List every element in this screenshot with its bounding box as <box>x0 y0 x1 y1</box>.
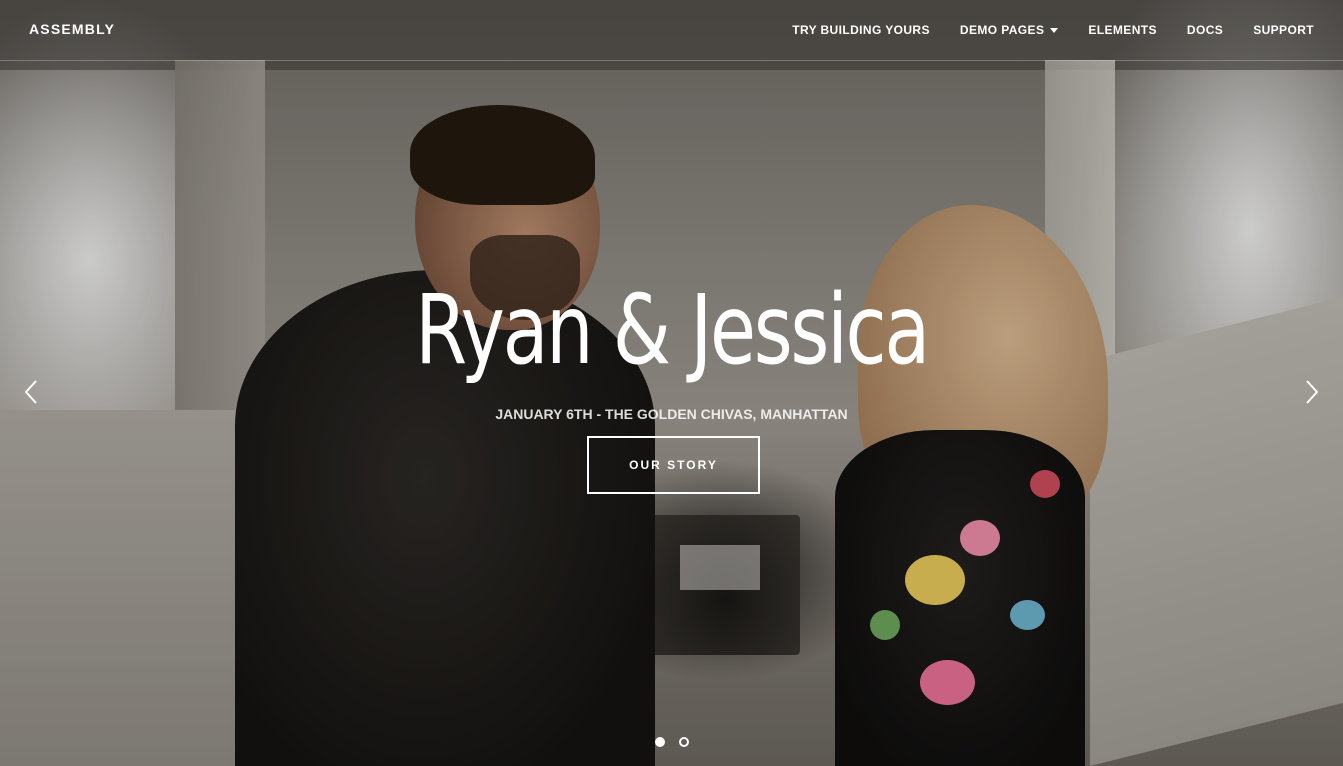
nav-item-label: DEMO PAGES <box>959 23 1045 37</box>
next-slide-button[interactable] <box>1299 378 1323 406</box>
brand-logo[interactable]: ASSEMBLY <box>29 21 115 37</box>
our-story-button[interactable]: OUR STORY <box>587 436 760 494</box>
nav-item-demo-pages[interactable]: DEMO PAGES <box>959 23 1059 37</box>
nav-item-elements[interactable]: ELEMENTS <box>1088 23 1157 37</box>
nav-item-docs[interactable]: DOCS <box>1187 23 1223 37</box>
slider-pagination <box>0 737 1343 747</box>
hero-title: Ryan & Jessica <box>415 274 930 386</box>
nav-item-label: SUPPORT <box>1253 23 1314 37</box>
nav-item-label: ELEMENTS <box>1088 23 1157 37</box>
chevron-left-icon <box>24 380 37 404</box>
nav-item-support[interactable]: SUPPORT <box>1253 23 1314 37</box>
prev-slide-button[interactable] <box>20 378 44 406</box>
chevron-right-icon <box>1306 380 1319 404</box>
hero-subtitle: JANUARY 6TH - THE GOLDEN CHIVAS, MANHATT… <box>495 406 848 422</box>
slide-dot-2[interactable] <box>678 737 689 747</box>
nav-item-label: DOCS <box>1186 23 1224 37</box>
top-navbar: ASSEMBLY TRY BUILDING YOURS DEMO PAGES E… <box>0 0 1343 61</box>
caret-down-icon <box>1050 27 1059 33</box>
slide-dot-1[interactable] <box>654 737 665 747</box>
nav-item-try-building-yours[interactable]: TRY BUILDING YOURS <box>792 23 930 37</box>
nav-menu: TRY BUILDING YOURS DEMO PAGES ELEMENTS D… <box>792 23 1314 37</box>
nav-item-label: TRY BUILDING YOURS <box>792 23 930 37</box>
hero-slider: ASSEMBLY TRY BUILDING YOURS DEMO PAGES E… <box>0 0 1343 766</box>
